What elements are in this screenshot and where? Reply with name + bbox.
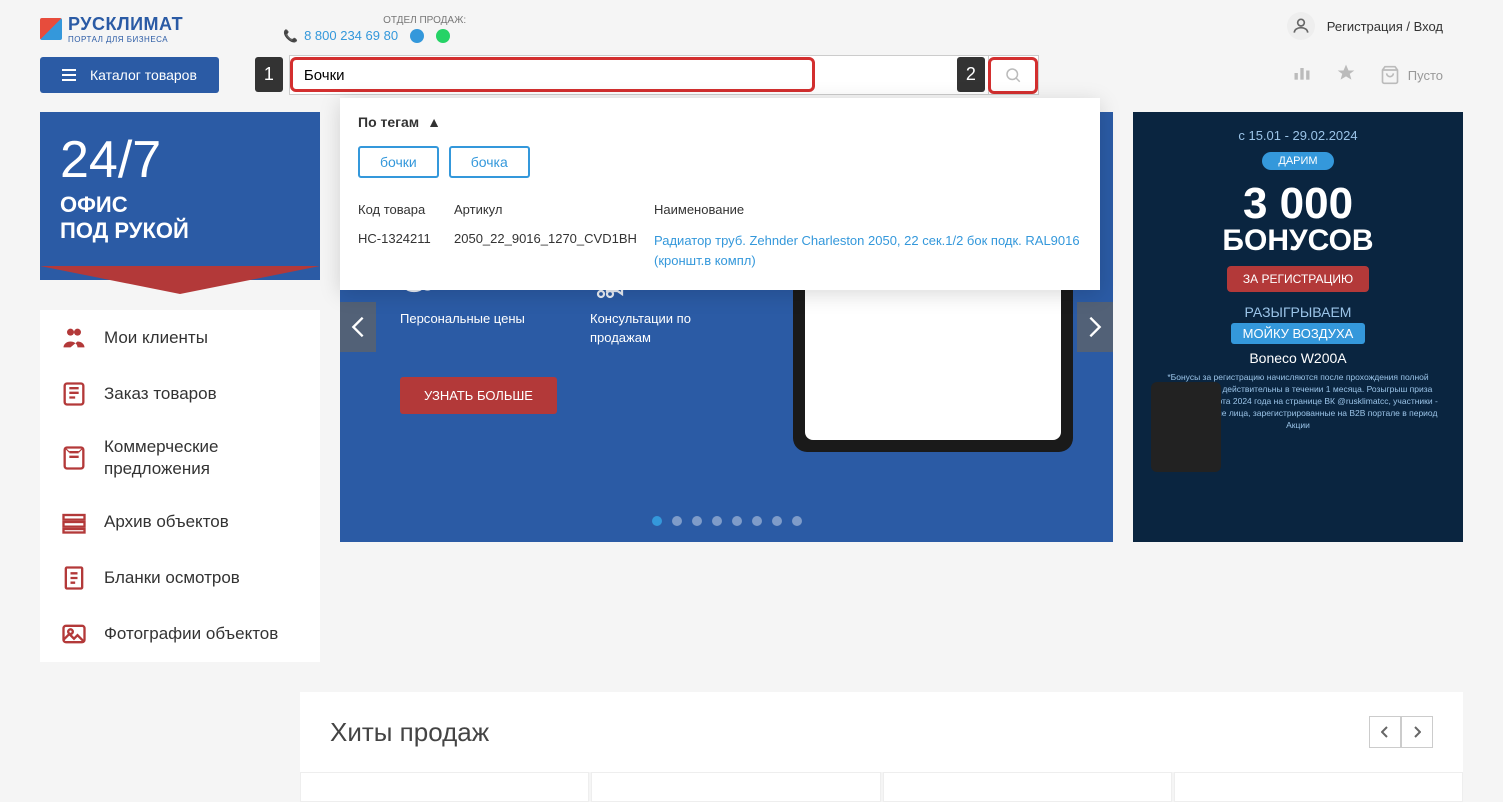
sidebar-item-label: Мои клиенты (104, 327, 208, 349)
product-card[interactable] (591, 772, 880, 802)
sales-dept-label: ОТДЕЛ ПРОДАЖ: (383, 15, 466, 26)
product-card[interactable] (300, 772, 589, 802)
banner-247: 24/7 (60, 134, 300, 186)
chevron-up-icon: ▲ (427, 114, 441, 130)
cart-button[interactable]: Пусто (1380, 65, 1443, 85)
favorites-icon[interactable] (1336, 63, 1356, 88)
clients-icon (60, 324, 88, 352)
logo[interactable]: РУСКЛИМАТ ПОРТАЛ ДЛЯ БИЗНЕСА (40, 14, 183, 44)
sidebar: 24/7 ОФИС ПОД РУКОЙ Мои клиенты Заказ то… (40, 112, 320, 662)
logo-main-text: РУСКЛИМАТ (68, 14, 183, 35)
search-dropdown: По тегам ▲ бочки бочка Код товара Артику… (340, 98, 1100, 290)
promo-badge: ДАРИМ (1262, 152, 1333, 170)
carousel-dot[interactable] (752, 516, 762, 526)
product-card[interactable] (883, 772, 1172, 802)
hits-section: Хиты продаж (300, 692, 1463, 772)
proposals-icon (60, 444, 88, 472)
logo-sub-text: ПОРТАЛ ДЛЯ БИЗНЕСА (68, 35, 183, 44)
carousel-dot[interactable] (732, 516, 742, 526)
carousel-dot[interactable] (652, 516, 662, 526)
cart-label: Пусто (1408, 68, 1443, 83)
promo-model: Boneco W200A (1151, 350, 1445, 366)
whatsapp-icon[interactable] (436, 29, 450, 43)
marker-1: 1 (255, 57, 283, 92)
dropdown-header[interactable]: По тегам ▲ (358, 114, 1082, 130)
carousel-dot[interactable] (672, 516, 682, 526)
banner-line2: ПОД РУКОЙ (60, 218, 300, 244)
search-button[interactable] (989, 55, 1039, 95)
promo-banner[interactable]: с 15.01 - 29.02.2024 ДАРИМ 3 000 БОНУСОВ… (1133, 112, 1463, 542)
carousel-dot[interactable] (772, 516, 782, 526)
result-name[interactable]: Радиатор труб. Zehnder Charleston 2050, … (654, 231, 1082, 270)
sidebar-item-orders[interactable]: Заказ товаров (40, 366, 320, 422)
forms-icon (60, 564, 88, 592)
sidebar-item-label: Архив объектов (104, 511, 229, 533)
avatar[interactable] (1287, 12, 1315, 40)
logo-icon (40, 18, 62, 40)
banner-line1: ОФИС (60, 192, 300, 218)
telegram-icon[interactable] (410, 29, 424, 43)
product-card[interactable] (1174, 772, 1463, 802)
promo-draw: РАЗЫГРЫВАЕМ (1151, 304, 1445, 320)
stats-icon[interactable] (1292, 63, 1312, 88)
sidebar-item-clients[interactable]: Мои клиенты (40, 310, 320, 366)
hits-prev-button[interactable] (1369, 716, 1401, 748)
sidebar-item-label: Фотографии объектов (104, 623, 278, 645)
catalog-button-label: Каталог товаров (90, 67, 197, 83)
carousel-dot[interactable] (792, 516, 802, 526)
promo-date: с 15.01 - 29.02.2024 (1151, 128, 1445, 143)
learn-more-button[interactable]: УЗНАТЬ БОЛЬШЕ (400, 377, 557, 414)
sidebar-item-label: Бланки осмотров (104, 567, 240, 589)
promo-washer: МОЙКУ ВОЗДУХА (1231, 323, 1366, 344)
login-link[interactable]: Регистрация / Вход (1327, 19, 1443, 34)
carousel-dot[interactable] (692, 516, 702, 526)
carousel-dots (652, 516, 802, 526)
archive-icon (60, 508, 88, 536)
sidebar-item-archive[interactable]: Архив объектов (40, 494, 320, 550)
phone-number[interactable]: 8 800 234 69 80 (304, 28, 398, 43)
carousel-dot[interactable] (712, 516, 722, 526)
hits-title: Хиты продаж (330, 717, 489, 748)
sidebar-item-forms[interactable]: Бланки осмотров (40, 550, 320, 606)
catalog-button[interactable]: Каталог товаров (40, 57, 219, 93)
sidebar-item-label: Коммерческие предложения (104, 436, 300, 480)
column-article: Артикул (454, 202, 654, 217)
sidebar-item-photos[interactable]: Фотографии объектов (40, 606, 320, 662)
carousel-next-button[interactable] (1077, 302, 1113, 352)
tag-bochka[interactable]: бочка (449, 146, 530, 178)
result-code: HC-1324211 (358, 231, 454, 246)
orders-icon (60, 380, 88, 408)
promo-amount: 3 000 (1151, 182, 1445, 226)
hits-next-button[interactable] (1401, 716, 1433, 748)
sidebar-banner: 24/7 ОФИС ПОД РУКОЙ (40, 112, 320, 280)
column-code: Код товара (358, 202, 454, 217)
marker-2: 2 (957, 57, 985, 92)
search-input[interactable] (289, 55, 989, 95)
phone-icon: 📞 (283, 29, 298, 43)
menu-icon (62, 69, 76, 81)
promo-reg-button: ЗА РЕГИСТРАЦИЮ (1227, 266, 1369, 292)
sidebar-item-label: Заказ товаров (104, 383, 217, 405)
column-name: Наименование (654, 202, 1082, 217)
result-article: 2050_22_9016_1270_CVD1BH (454, 231, 654, 246)
promo-bonus: БОНУСОВ (1151, 226, 1445, 256)
photos-icon (60, 620, 88, 648)
sidebar-item-proposals[interactable]: Коммерческие предложения (40, 422, 320, 494)
result-row[interactable]: HC-1324211 2050_22_9016_1270_CVD1BH Ради… (358, 231, 1082, 270)
tag-bochki[interactable]: бочки (358, 146, 439, 178)
carousel-prev-button[interactable] (340, 302, 376, 352)
product-image (1151, 382, 1221, 472)
